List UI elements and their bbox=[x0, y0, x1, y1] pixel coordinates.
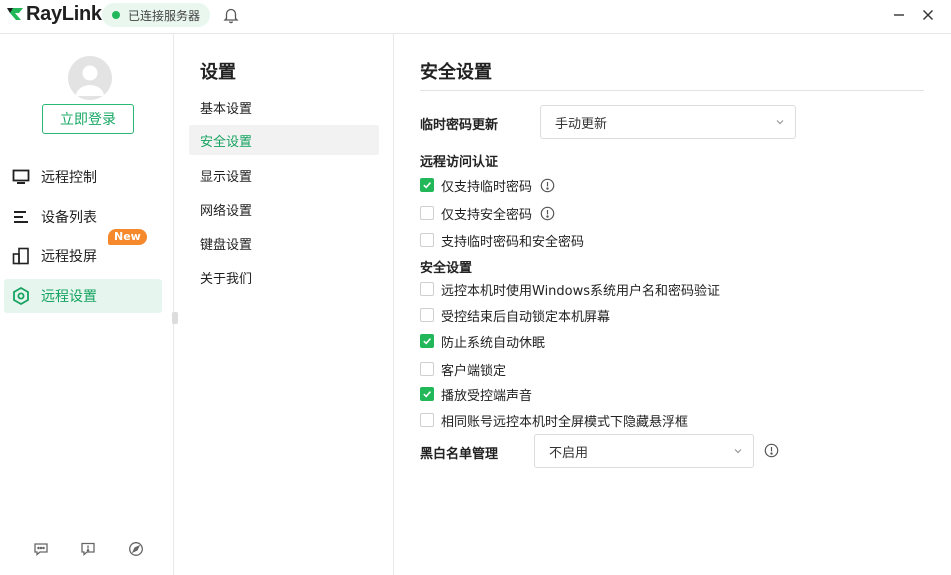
temp-password-label: 临时密码更新 bbox=[420, 118, 499, 133]
security-settings-panel: 安全设置 临时密码更新 手动更新 远程访问认证 仅支持临时密码 仅支持安全密码 … bbox=[395, 34, 951, 575]
info-icon[interactable] bbox=[764, 443, 779, 458]
option-windows-auth[interactable]: 远控本机时使用Windows系统用户名和密码验证 bbox=[420, 280, 721, 299]
info-icon[interactable] bbox=[540, 178, 555, 193]
list-icon bbox=[12, 208, 30, 226]
temp-password-select[interactable]: 手动更新 bbox=[540, 105, 796, 139]
sidebar: 立即登录 远程控制 设备列表 远程投屏 New 远程设置 bbox=[0, 34, 174, 575]
checkbox-checked[interactable] bbox=[420, 178, 434, 192]
option-label: 支持临时密码和安全密码 bbox=[441, 234, 585, 250]
checkbox-checked[interactable] bbox=[420, 387, 434, 401]
option-label: 远控本机时使用Windows系统用户名和密码验证 bbox=[441, 283, 721, 299]
option-client-lock[interactable]: 客户端锁定 bbox=[420, 360, 507, 379]
option-play-sound[interactable]: 播放受控端声音 bbox=[420, 385, 533, 404]
option-both-passwords[interactable]: 支持临时密码和安全密码 bbox=[420, 231, 585, 250]
brand-name: RayLink bbox=[26, 2, 102, 25]
checkbox-checked[interactable] bbox=[420, 334, 434, 348]
feedback-icon[interactable] bbox=[79, 540, 97, 558]
page-title: 安全设置 bbox=[420, 62, 492, 83]
option-label: 客户端锁定 bbox=[441, 363, 507, 379]
new-badge: New bbox=[108, 229, 147, 245]
close-icon bbox=[923, 10, 933, 20]
sidebar-item-remote-control[interactable]: 远程控制 bbox=[4, 160, 162, 194]
option-label: 防止系统自动休眠 bbox=[441, 335, 546, 351]
temp-password-value: 手动更新 bbox=[555, 116, 608, 132]
menu-item-network[interactable]: 网络设置 bbox=[189, 194, 379, 224]
checkbox-unchecked[interactable] bbox=[420, 282, 434, 296]
info-icon[interactable] bbox=[540, 206, 555, 221]
sidebar-item-label: 设备列表 bbox=[41, 210, 97, 226]
option-label: 受控结束后自动锁定本机屏幕 bbox=[441, 309, 611, 325]
blacklist-label: 黑白名单管理 bbox=[420, 447, 499, 462]
checkbox-unchecked[interactable] bbox=[420, 308, 434, 322]
minimize-icon bbox=[894, 14, 904, 16]
blacklist-select[interactable]: 不启用 bbox=[534, 434, 754, 468]
option-hide-float-window[interactable]: 相同账号远控本机时全屏模式下隐藏悬浮框 bbox=[420, 411, 689, 430]
compass-icon[interactable] bbox=[127, 540, 145, 558]
menu-item-security[interactable]: 安全设置 bbox=[189, 125, 379, 155]
chevron-down-icon bbox=[734, 449, 742, 454]
settings-menu: 设置 基本设置 安全设置 显示设置 网络设置 键盘设置 关于我们 bbox=[175, 34, 394, 575]
login-button[interactable]: 立即登录 bbox=[42, 104, 134, 134]
screen-cast-icon bbox=[12, 247, 30, 265]
menu-item-display[interactable]: 显示设置 bbox=[189, 160, 379, 190]
brand-logo: RayLink bbox=[6, 3, 102, 25]
option-prevent-sleep[interactable]: 防止系统自动休眠 bbox=[420, 332, 546, 351]
minimize-button[interactable] bbox=[888, 5, 910, 25]
title-divider bbox=[420, 90, 924, 91]
menu-item-basic[interactable]: 基本设置 bbox=[189, 92, 379, 122]
connection-status-badge: 已连接服务器 bbox=[102, 3, 211, 27]
sidebar-item-label: 远程设置 bbox=[41, 289, 97, 305]
checkbox-unchecked[interactable] bbox=[420, 413, 434, 427]
sidebar-item-label: 远程控制 bbox=[41, 170, 97, 186]
sidebar-item-label: 远程投屏 bbox=[41, 249, 97, 265]
avatar[interactable] bbox=[68, 56, 112, 100]
menu-item-keyboard[interactable]: 键盘设置 bbox=[189, 228, 379, 258]
option-label: 仅支持安全密码 bbox=[441, 207, 533, 223]
option-auto-lock-screen[interactable]: 受控结束后自动锁定本机屏幕 bbox=[420, 306, 611, 325]
connection-status-text: 已连接服务器 bbox=[128, 8, 201, 23]
user-avatar-icon bbox=[68, 56, 112, 100]
security-section-label: 安全设置 bbox=[420, 261, 473, 276]
sidebar-item-remote-settings[interactable]: 远程设置 bbox=[4, 279, 162, 313]
status-dot-icon bbox=[112, 11, 120, 19]
remote-auth-label: 远程访问认证 bbox=[420, 155, 499, 170]
option-temp-password-only[interactable]: 仅支持临时密码 bbox=[420, 176, 555, 195]
option-label: 播放受控端声音 bbox=[441, 388, 533, 404]
blacklist-value: 不启用 bbox=[549, 445, 589, 461]
menu-item-about[interactable]: 关于我们 bbox=[189, 262, 379, 292]
bell-icon[interactable] bbox=[222, 6, 240, 24]
checkbox-unchecked[interactable] bbox=[420, 233, 434, 247]
menu-title: 设置 bbox=[200, 62, 236, 83]
title-bar: RayLink 已连接服务器 bbox=[0, 0, 951, 34]
settings-hex-icon bbox=[12, 287, 30, 305]
chevron-down-icon bbox=[776, 120, 784, 125]
monitor-icon bbox=[12, 168, 30, 186]
close-button[interactable] bbox=[917, 5, 939, 25]
checkbox-unchecked[interactable] bbox=[420, 362, 434, 376]
checkbox-unchecked[interactable] bbox=[420, 206, 434, 220]
chat-icon[interactable] bbox=[32, 540, 50, 558]
option-label: 相同账号远控本机时全屏模式下隐藏悬浮框 bbox=[441, 414, 689, 430]
raylink-logo-icon bbox=[7, 8, 23, 20]
option-label: 仅支持临时密码 bbox=[441, 179, 533, 195]
option-security-password-only[interactable]: 仅支持安全密码 bbox=[420, 204, 555, 223]
